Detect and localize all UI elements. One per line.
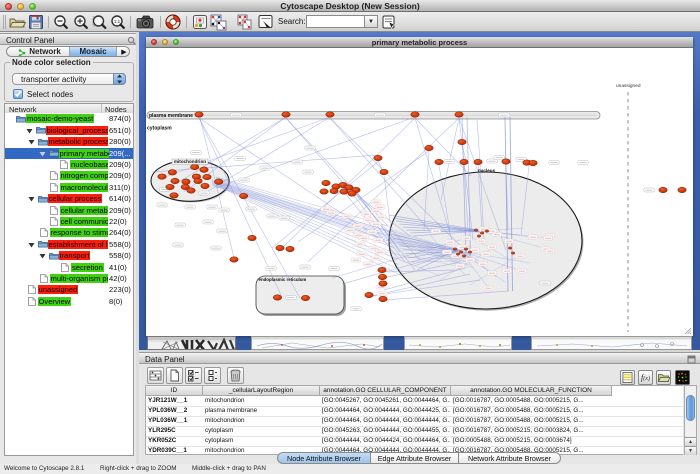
svg-text:mitochondrion: mitochondrion <box>174 159 206 164</box>
svg-text:unassigned: unassigned <box>616 83 641 89</box>
svg-text:endoplasmic reticulum: endoplasmic reticulum <box>259 277 307 282</box>
svg-text:plasma membrane: plasma membrane <box>149 113 193 119</box>
svg-text:nucleus: nucleus <box>478 168 496 173</box>
svg-text:cytoplasm: cytoplasm <box>147 126 172 132</box>
svg-text:1:1: 1:1 <box>114 19 121 24</box>
